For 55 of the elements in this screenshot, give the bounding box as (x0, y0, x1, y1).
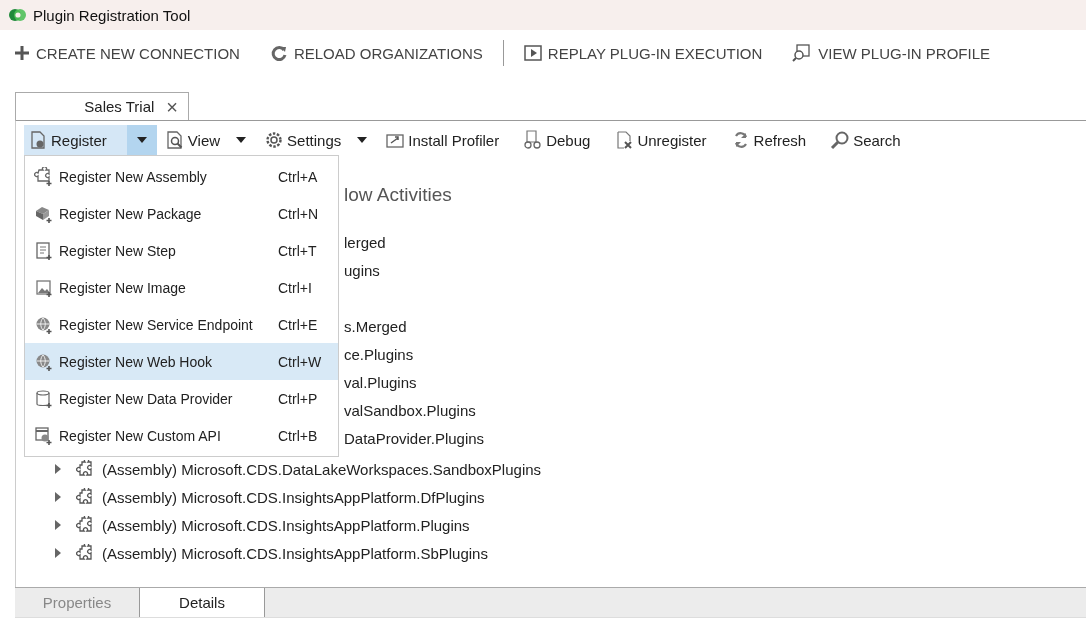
toolbar-button[interactable]: Settings (260, 125, 348, 155)
menu-item[interactable]: Register New Web Hook Ctrl+W (25, 343, 338, 380)
app-logo-icon (9, 7, 27, 23)
caret-icon (136, 137, 147, 143)
tree-item-text[interactable]: val.Plugins (344, 373, 417, 391)
expand-arrow-icon[interactable] (54, 520, 62, 530)
menu-item[interactable]: Register New Service Endpoint Ctrl+E (25, 306, 338, 343)
magnifier-icon (792, 44, 813, 62)
tree-item[interactable]: (Assembly) Microsoft.CDS.InsightsAppPlatform.Plugins (102, 516, 470, 534)
tree-item[interactable]: (Assembly) Microsoft.CDS.DataLakeWorkspaces.SandboxPlugins (102, 460, 542, 478)
tree-item-text[interactable]: lerged (344, 233, 386, 251)
tree-heading: low Activities (344, 184, 452, 205)
toolbar-button[interactable]: Register (24, 125, 127, 155)
window-title: Plugin Registration Tool (33, 6, 191, 24)
menu-item[interactable]: Register New Custom API Ctrl+B (25, 417, 338, 454)
puzzle-icon (76, 488, 94, 506)
tree-item[interactable]: (Assembly) Microsoft.CDS.InsightsAppPlatform.SbPlugins (102, 544, 488, 562)
menu-item[interactable]: Register New Step Ctrl+T (25, 232, 338, 269)
menu-item[interactable]: Register New Image Ctrl+I (25, 269, 338, 306)
expand-arrow-icon[interactable] (54, 464, 62, 474)
plus-icon (14, 45, 30, 61)
reload-icon (269, 44, 288, 62)
puzzle-icon (76, 516, 94, 534)
toolbar-button[interactable]: Refresh (726, 125, 813, 155)
toolbar-button[interactable]: Install Profiler (381, 125, 506, 155)
connection-tab[interactable]: Sales Trial (16, 93, 167, 120)
search-icon (830, 130, 851, 150)
play-icon (523, 45, 542, 61)
close-tab-button[interactable]: × (166, 93, 188, 120)
settings-icon (264, 130, 285, 150)
tree-item[interactable]: (Assembly) Microsoft.CDS.InsightsAppPlatform.DfPlugins (102, 488, 485, 506)
panel-tab[interactable]: Details (140, 588, 265, 617)
tree-item-text[interactable]: ugins (344, 261, 380, 279)
menu-item[interactable]: Register New Assembly Ctrl+A (25, 158, 338, 195)
toolbar-button[interactable]: View (160, 125, 227, 155)
menu-item[interactable]: Register New Data Provider Ctrl+P (25, 380, 338, 417)
toolbar-button[interactable]: Unregister (610, 125, 713, 155)
tree-item-text[interactable]: ce.Plugins (344, 345, 414, 363)
dropdown-arrow-button[interactable] (126, 125, 157, 155)
toolbar-button[interactable]: Search (826, 125, 907, 155)
toolbar-button[interactable]: REPLAY PLUG-IN EXECUTION (517, 40, 769, 66)
puzzle-icon (76, 544, 94, 562)
tree-item-text[interactable]: valSandbox.Plugins (344, 401, 476, 419)
toolbar-button[interactable]: RELOAD ORGANIZATIONS (263, 40, 489, 66)
expand-arrow-icon[interactable] (54, 548, 62, 558)
tree-item-text[interactable]: s.Merged (344, 317, 407, 335)
tree-item-text[interactable]: DataProvider.Plugins (344, 429, 485, 447)
menu-item[interactable]: Register New Package Ctrl+N (25, 195, 338, 232)
toolbar-button[interactable]: VIEW PLUG-IN PROFILE (786, 40, 997, 66)
expand-arrow-icon[interactable] (54, 492, 62, 502)
toolbar-button[interactable]: CREATE NEW CONNECTION (8, 40, 246, 66)
toolbar-button[interactable]: Debug (519, 125, 597, 155)
caret-icon (236, 137, 247, 143)
puzzle-icon (76, 460, 94, 478)
caret-icon (357, 137, 368, 143)
